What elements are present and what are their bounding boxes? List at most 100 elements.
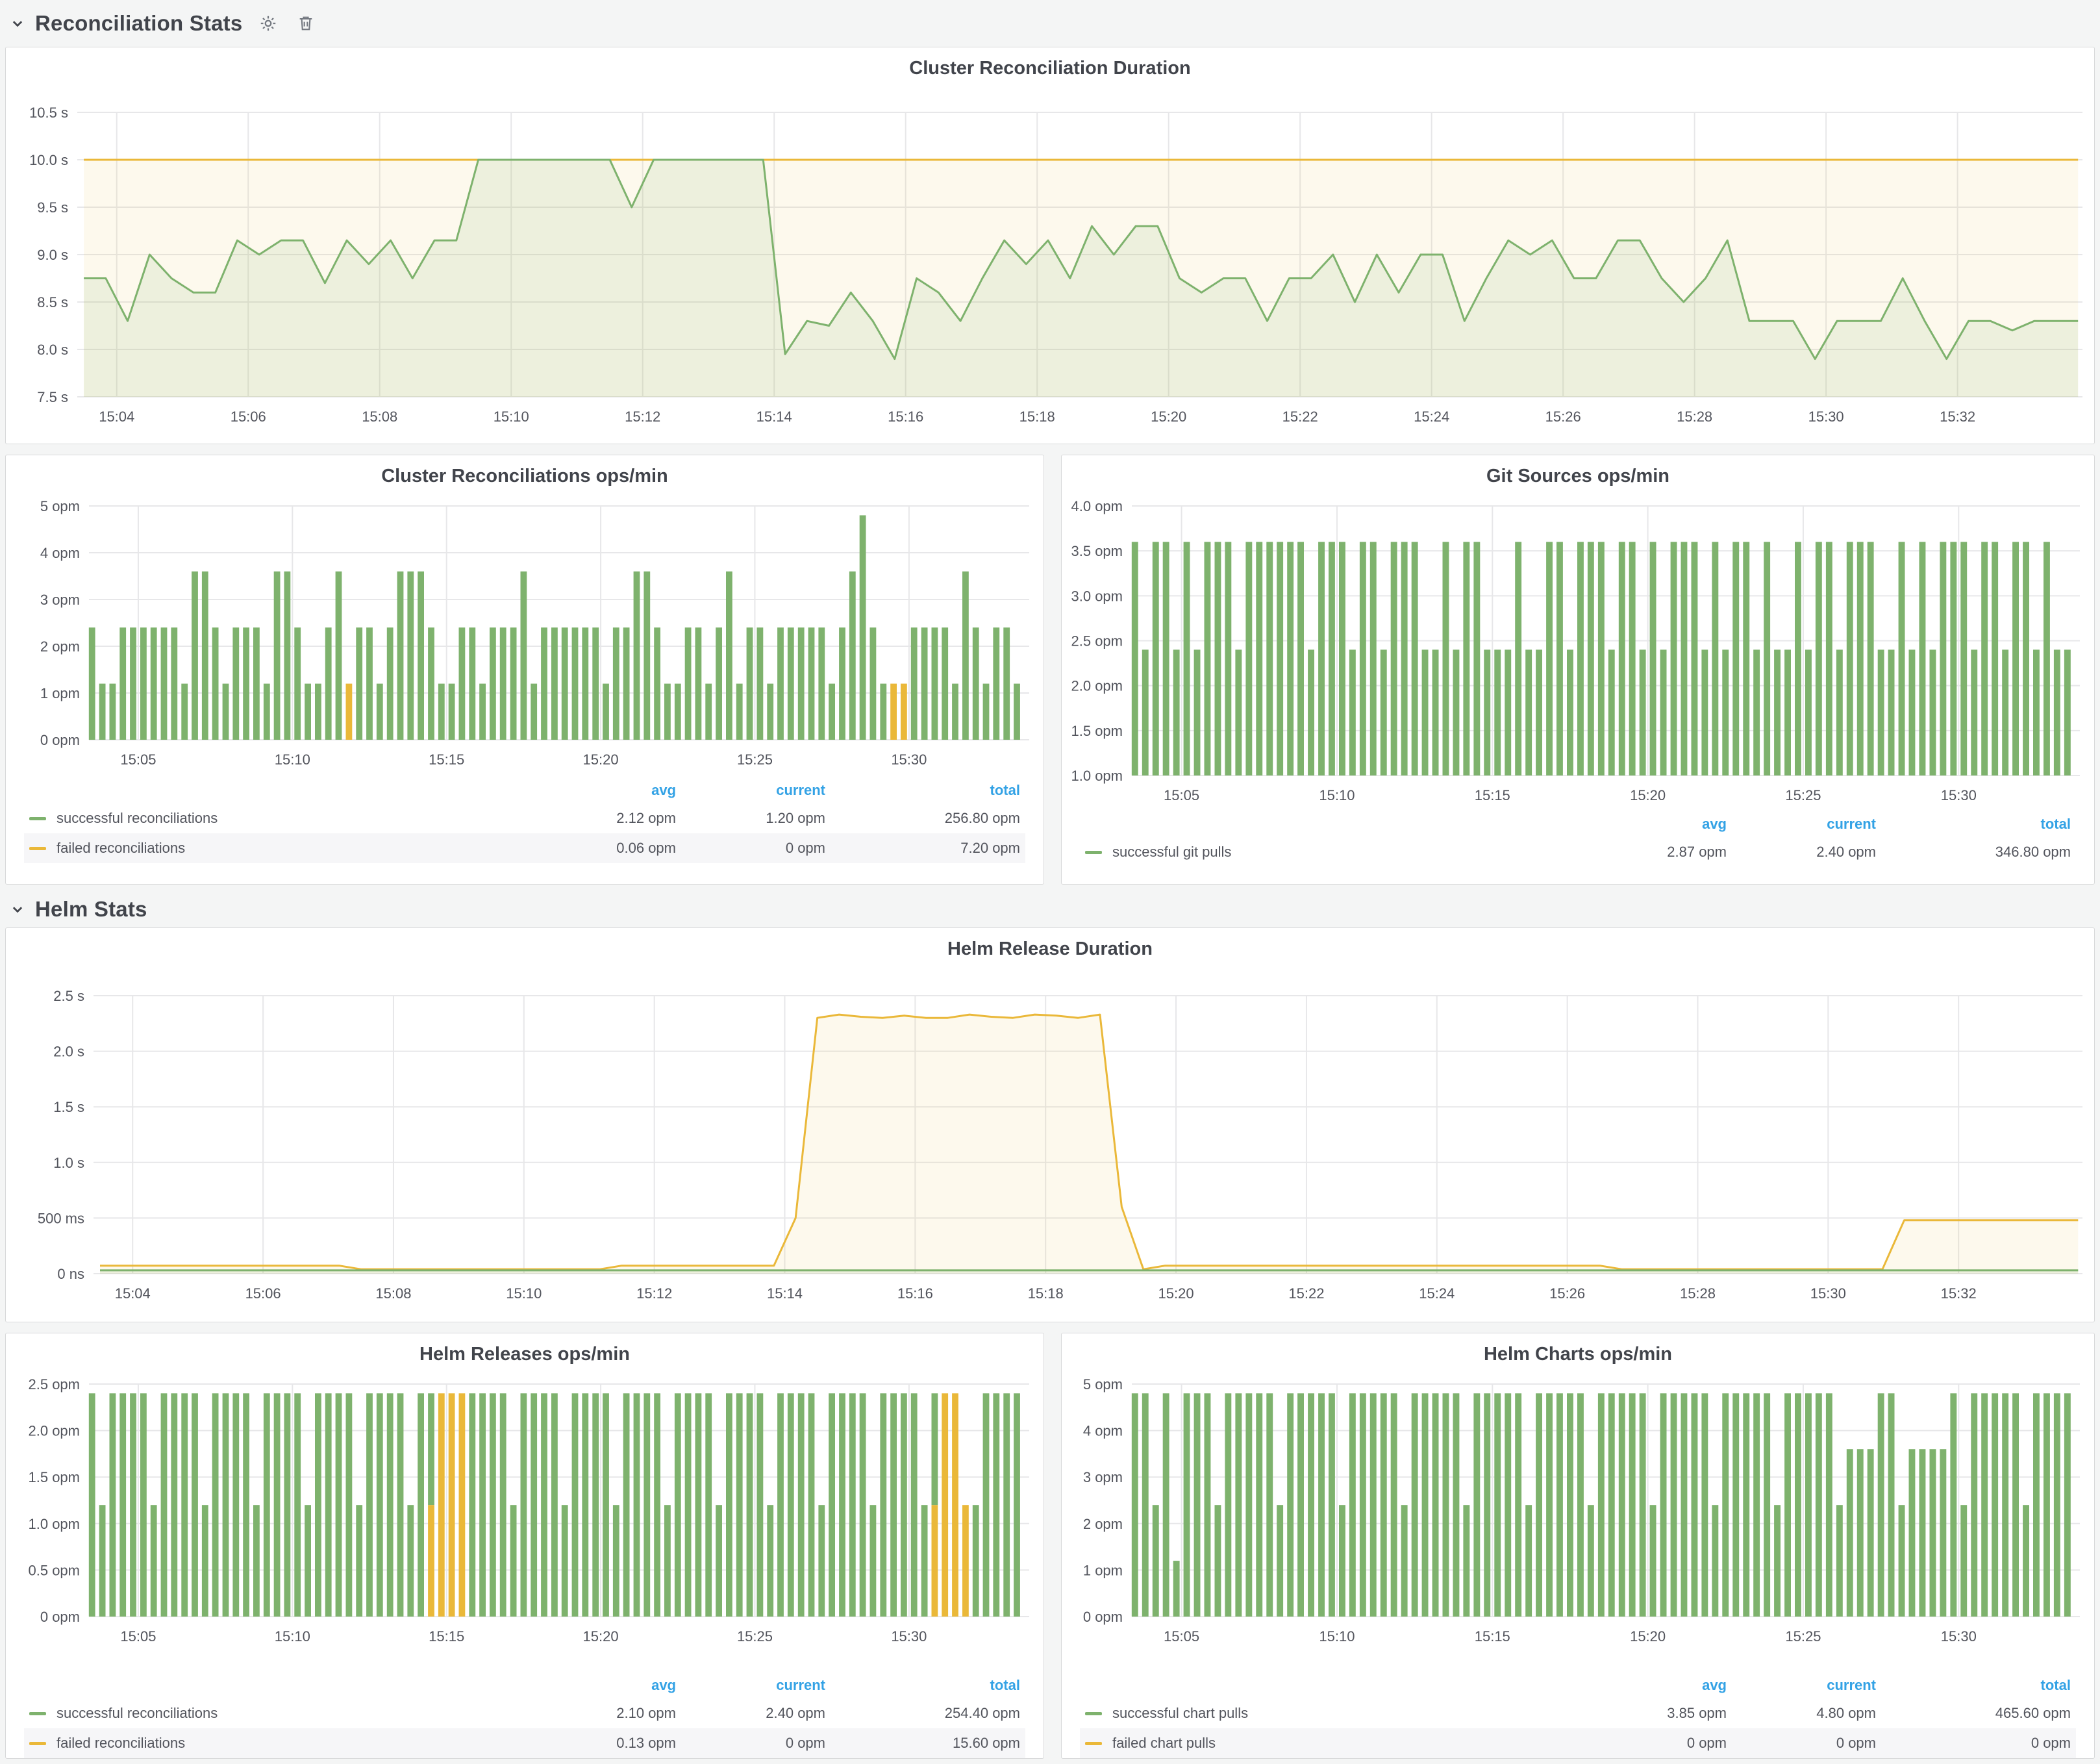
legend-header-avg[interactable]: avg (1577, 1677, 1727, 1694)
panel-title[interactable]: Git Sources ops/min (1062, 466, 2094, 487)
x-tick-label: 15:28 (1677, 409, 1712, 425)
panel-helm-releases-opm: Helm Releases ops/min 0 opm0.5 opm1.0 op… (5, 1333, 1044, 1759)
series-label[interactable]: failed reconciliations (56, 1735, 185, 1752)
x-tick-label: 15:32 (1941, 1285, 1977, 1302)
section-title: Helm Stats (35, 897, 147, 922)
legend-current-value: 2.40 opm (676, 1705, 825, 1722)
legend-row: successful chart pulls 3.85 opm 4.80 opm… (1080, 1698, 2076, 1728)
y-tick-label: 1 opm (40, 685, 80, 701)
y-tick-label: 2.0 opm (1071, 678, 1123, 694)
x-tick-label: 15:10 (275, 1628, 310, 1644)
legend-row: successful git pulls 2.87 opm 2.40 opm 3… (1080, 837, 2076, 867)
y-tick-label: 1.0 opm (29, 1516, 81, 1532)
x-tick-label: 15:10 (1319, 787, 1355, 803)
x-tick-label: 15:05 (120, 751, 156, 768)
x-tick-label: 15:10 (1319, 1628, 1355, 1644)
panel-title[interactable]: Cluster Reconciliations ops/min (6, 466, 1044, 487)
legend-header-total[interactable]: total (825, 782, 1020, 799)
legend-avg-value: 2.87 opm (1577, 844, 1727, 861)
x-tick-label: 15:25 (737, 751, 773, 768)
legend-header-avg[interactable]: avg (1577, 816, 1727, 833)
series-label[interactable]: successful reconciliations (56, 1705, 218, 1722)
y-tick-label: 2 opm (40, 638, 80, 655)
y-tick-label: 4.0 opm (1071, 498, 1123, 514)
x-tick-label: 15:08 (375, 1285, 411, 1302)
y-tick-label: 4 opm (40, 545, 80, 561)
chevron-down-icon (10, 902, 25, 916)
y-tick-label: 1 opm (1083, 1562, 1123, 1578)
legend-avg-value: 3.85 opm (1577, 1705, 1727, 1722)
x-tick-label: 15:12 (636, 1285, 672, 1302)
legend-header-row: avg current total (24, 777, 1025, 803)
legend-current-value: 0 opm (1727, 1735, 1876, 1752)
y-tick-label: 0 opm (40, 1609, 80, 1625)
legend-header-total[interactable]: total (1876, 1677, 2071, 1694)
x-tick-label: 15:22 (1282, 409, 1318, 425)
x-tick-label: 15:18 (1028, 1285, 1064, 1302)
panel-title[interactable]: Helm Charts ops/min (1062, 1344, 2094, 1365)
series-label[interactable]: failed reconciliations (56, 840, 185, 857)
panel-git-sources-opm: Git Sources ops/min 1.0 opm1.5 opm2.0 op… (1061, 455, 2095, 885)
chart-cluster-reconciliation-duration[interactable]: 7.5 s8.0 s8.5 s9.0 s9.5 s10.0 s10.5 s15:… (6, 47, 2094, 444)
section-header-reconciliation-stats[interactable]: Reconciliation Stats (10, 6, 318, 40)
legend-row: successful reconciliations 2.10 opm 2.40… (24, 1698, 1025, 1728)
series-color-dash (29, 847, 46, 850)
gear-icon[interactable] (256, 12, 280, 35)
x-tick-label: 15:18 (1019, 409, 1055, 425)
x-tick-label: 15:24 (1419, 1285, 1455, 1302)
legend-current-value: 0 opm (676, 840, 825, 857)
y-tick-label: 9.5 s (37, 199, 68, 216)
x-tick-label: 15:30 (891, 1628, 927, 1644)
y-tick-label: 3.5 opm (1071, 543, 1123, 559)
legend-header-current[interactable]: current (1727, 816, 1876, 833)
legend: avg current total successful reconciliat… (24, 1672, 1025, 1758)
y-tick-label: 10.0 s (29, 152, 68, 168)
panel-title[interactable]: Helm Releases ops/min (6, 1344, 1044, 1365)
y-tick-label: 1.0 opm (1071, 768, 1123, 784)
x-tick-label: 15:28 (1680, 1285, 1716, 1302)
legend-header-avg[interactable]: avg (527, 1677, 676, 1694)
y-tick-label: 7.5 s (37, 389, 68, 405)
x-tick-label: 15:08 (362, 409, 397, 425)
legend-header-row: avg current total (24, 1672, 1025, 1698)
x-tick-label: 15:06 (245, 1285, 281, 1302)
chart-helm-release-duration[interactable]: 0 ns500 ms1.0 s1.5 s2.0 s2.5 s15:0415:06… (6, 928, 2094, 1322)
series-label[interactable]: successful git pulls (1112, 844, 1231, 861)
bars-green (89, 515, 1020, 740)
legend-avg-value: 2.10 opm (527, 1705, 676, 1722)
series-label[interactable]: failed chart pulls (1112, 1735, 1216, 1752)
y-tick-label: 9.0 s (37, 247, 68, 263)
legend-total-value: 15.60 opm (825, 1735, 1020, 1752)
legend-header-row: avg current total (1080, 811, 2076, 837)
x-tick-label: 15:32 (1940, 409, 1975, 425)
x-tick-label: 15:25 (737, 1628, 773, 1644)
trash-icon[interactable] (294, 12, 318, 35)
legend: avg current total successful git pulls 2… (1080, 811, 2076, 867)
legend-header-total[interactable]: total (825, 1677, 1020, 1694)
bars-green (1132, 1393, 2071, 1617)
x-tick-label: 15:30 (1808, 409, 1844, 425)
y-tick-label: 2.0 opm (29, 1423, 81, 1439)
x-tick-label: 15:04 (115, 1285, 151, 1302)
section-header-helm-stats[interactable]: Helm Stats (10, 892, 147, 926)
legend-header-current[interactable]: current (676, 1677, 825, 1694)
y-tick-label: 5 opm (1083, 1376, 1123, 1392)
x-tick-label: 15:15 (429, 1628, 464, 1644)
series-label[interactable]: successful reconciliations (56, 810, 218, 827)
y-tick-label: 2.5 opm (29, 1376, 81, 1392)
x-tick-label: 15:05 (120, 1628, 156, 1644)
panel-title[interactable]: Helm Release Duration (6, 939, 2094, 960)
legend-header-current[interactable]: current (1727, 1677, 1876, 1694)
panel-title[interactable]: Cluster Reconciliation Duration (6, 58, 2094, 79)
x-tick-label: 15:14 (767, 1285, 803, 1302)
legend-header-avg[interactable]: avg (527, 782, 676, 799)
x-tick-label: 15:20 (583, 1628, 619, 1644)
x-tick-label: 15:30 (891, 751, 927, 768)
legend-total-value: 256.80 opm (825, 810, 1020, 827)
x-tick-label: 15:10 (275, 751, 310, 768)
legend-header-total[interactable]: total (1876, 816, 2071, 833)
series-label[interactable]: successful chart pulls (1112, 1705, 1248, 1722)
legend-row: failed reconciliations 0.06 opm 0 opm 7.… (24, 833, 1025, 863)
x-tick-label: 15:04 (99, 409, 134, 425)
legend-header-current[interactable]: current (676, 782, 825, 799)
